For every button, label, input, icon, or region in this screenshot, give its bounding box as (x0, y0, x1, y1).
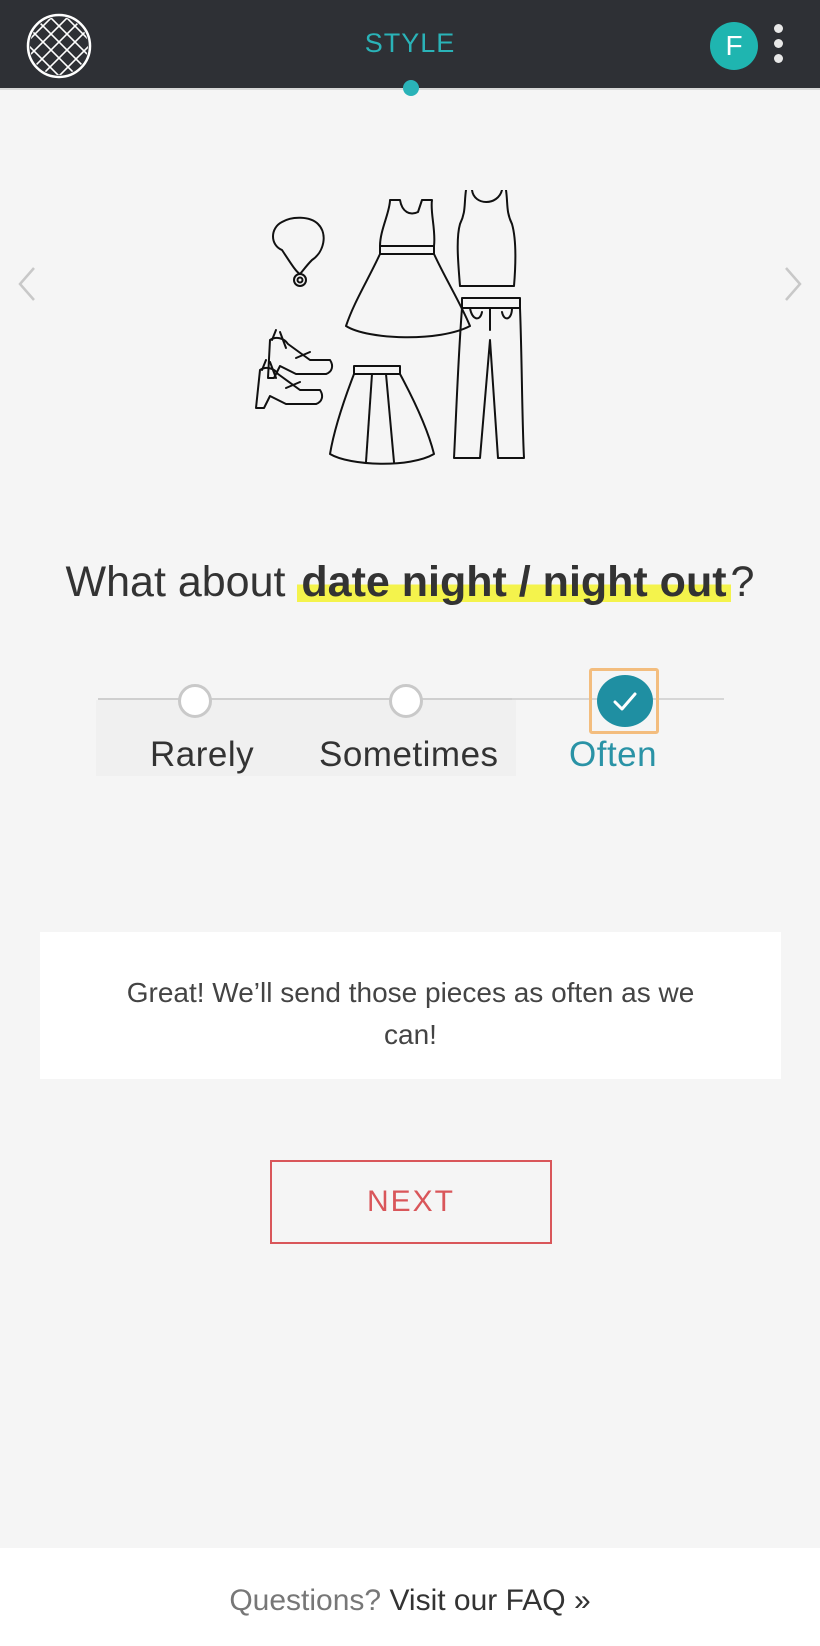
next-button[interactable]: NEXT (270, 1160, 552, 1244)
option-often-radio[interactable] (597, 675, 653, 727)
option-sometimes-label[interactable]: Sometimes (319, 735, 499, 775)
pants-icon (453, 297, 525, 459)
kebab-dot (773, 39, 783, 48)
option-often-label[interactable]: Often (569, 735, 657, 775)
tank-top-icon (456, 190, 517, 287)
dress-icon (345, 199, 471, 339)
option-rarely-label[interactable]: Rarely (150, 735, 254, 775)
kebab-dot (773, 54, 783, 63)
feedback-message: Great! We’ll send those pieces as often … (126, 977, 695, 1050)
slider-track-filled (98, 698, 512, 700)
footer-question: Questions? (229, 1584, 390, 1617)
necklace-icon (272, 216, 325, 287)
feedback-message-box: Great! We’ll send those pieces as often … (40, 932, 781, 1079)
chevron-left-icon[interactable] (12, 262, 42, 306)
avatar[interactable]: F (710, 22, 758, 70)
clothing-outfit-illustration (255, 190, 525, 465)
sandals-icon (255, 329, 334, 409)
chevron-right-icon[interactable] (778, 262, 808, 306)
question-suffix: ? (730, 558, 755, 606)
kebab-menu-icon[interactable] (770, 24, 786, 68)
question-prefix: What about (65, 558, 298, 606)
skirt-icon (329, 365, 435, 465)
option-sometimes-radio[interactable] (389, 684, 423, 718)
check-icon (613, 692, 637, 711)
page-title: STYLE (364, 28, 456, 58)
footer: Questions? Visit our FAQ » (0, 1548, 820, 1646)
question-highlight: date night / night out (297, 558, 731, 606)
faq-link[interactable]: Visit our FAQ » (389, 1584, 590, 1617)
app-header: STYLE F (0, 0, 820, 96)
question-heading: What about date night / night out? (0, 558, 820, 607)
kebab-dot (773, 24, 783, 33)
option-rarely-radio[interactable] (178, 684, 212, 718)
footer-text: Questions? Visit our FAQ » (0, 1584, 820, 1618)
active-tab-indicator (403, 80, 419, 96)
